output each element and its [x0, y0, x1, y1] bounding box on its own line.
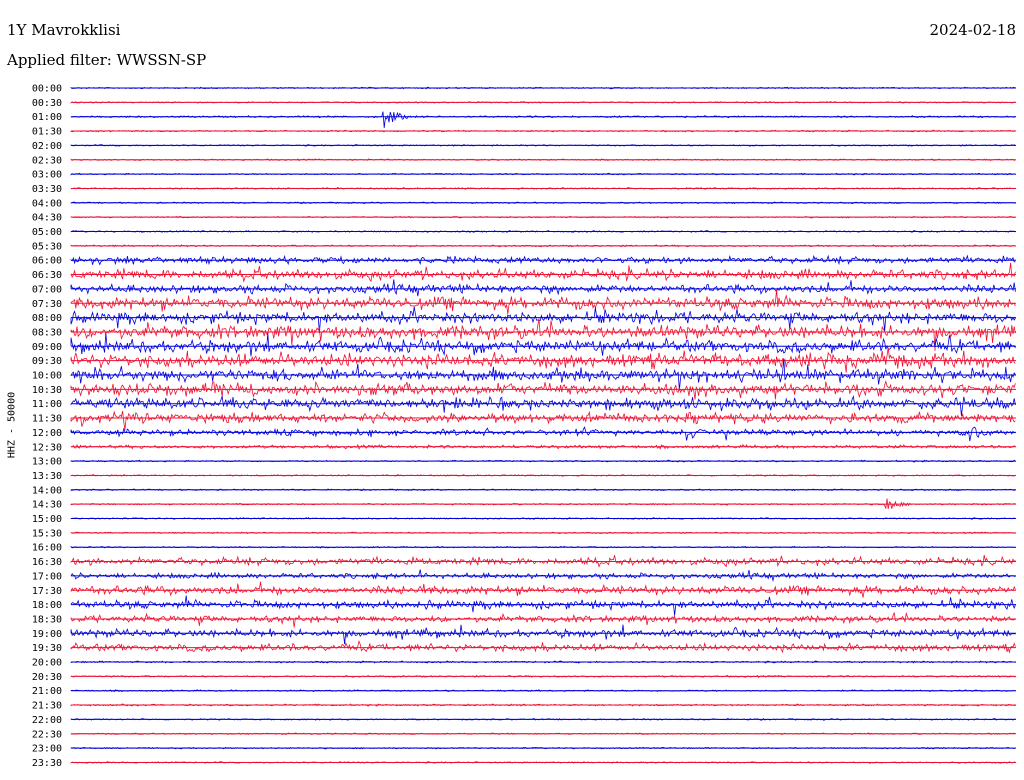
time-tick-label: 08:00 [32, 313, 62, 324]
time-tick-label: 13:00 [32, 457, 62, 468]
time-tick-label: 04:30 [32, 213, 62, 224]
time-tick-label: 09:00 [32, 342, 62, 353]
seismic-trace [70, 674, 1016, 678]
time-tick-label: 05:30 [32, 241, 62, 252]
time-tick-label: 03:30 [32, 184, 62, 195]
seismic-trace [70, 395, 1016, 416]
time-tick-label: 14:00 [32, 485, 62, 496]
time-tick-label: 06:30 [32, 270, 62, 281]
seismic-trace [70, 517, 1016, 520]
time-tick-label: 02:00 [32, 141, 62, 152]
time-tick-label: 12:00 [32, 428, 62, 439]
seismic-trace [70, 474, 1016, 477]
seismic-trace [70, 611, 1016, 628]
time-tick-label: 00:00 [32, 84, 62, 95]
helicorder-plot: 00:00 00:30 01:00 01:30 02:00 02:30 03:00 03:30… [32, 84, 1016, 769]
time-tick-label: 22:30 [32, 729, 62, 740]
time-tick-label: 19:30 [32, 643, 62, 654]
seismic-trace [70, 595, 1016, 616]
time-tick-label: 21:00 [32, 686, 62, 697]
time-tick-label: 18:30 [32, 614, 62, 625]
time-tick-label: 18:00 [32, 600, 62, 611]
seismic-trace [70, 379, 1016, 400]
seismic-trace [70, 288, 1016, 314]
time-tick-label: 13:30 [32, 471, 62, 482]
time-tick-label: 20:30 [32, 672, 62, 683]
seismic-trace [70, 554, 1016, 568]
time-tick-label: 11:00 [32, 399, 62, 410]
seismic-trace [70, 201, 1016, 205]
time-tick-label: 07:30 [32, 299, 62, 310]
time-tick-label: 08:30 [32, 327, 62, 338]
time-tick-label: 16:00 [32, 543, 62, 554]
time-tick-label: 23:30 [32, 758, 62, 769]
time-tick-label: 02:30 [32, 155, 62, 166]
seismic-trace [70, 761, 1016, 764]
time-tick-label: 15:30 [32, 528, 62, 539]
time-tick-label: 01:00 [32, 112, 62, 123]
time-tick-label: 06:00 [32, 256, 62, 267]
seismic-trace [70, 640, 1016, 654]
seismic-trace [70, 187, 1016, 190]
time-tick-label: 11:30 [32, 414, 62, 425]
seismic-trace [70, 569, 1016, 582]
time-tick-label: 23:00 [32, 744, 62, 755]
seismic-trace [70, 410, 1016, 430]
seismic-trace [70, 581, 1016, 598]
time-tick-label: 00:30 [32, 98, 62, 109]
time-tick-label: 10:00 [32, 371, 62, 382]
time-tick-label: 22:00 [32, 715, 62, 726]
time-tick-label: 20:00 [32, 658, 62, 669]
time-tick-label: 12:30 [32, 442, 62, 453]
time-tick-label: 19:00 [32, 629, 62, 640]
seismic-trace [70, 746, 1016, 750]
time-tick-label: 05:00 [32, 227, 62, 238]
seismic-trace [70, 689, 1016, 693]
time-tick-label: 07:00 [32, 284, 62, 295]
seismic-trace [70, 262, 1016, 283]
seismic-trace [70, 347, 1016, 373]
seismic-trace [70, 624, 1016, 645]
time-tick-label: 15:00 [32, 514, 62, 525]
time-tick-label: 17:00 [32, 571, 62, 582]
time-tick-label: 14:30 [32, 500, 62, 511]
seismic-trace [70, 129, 1016, 133]
seismic-trace [70, 426, 1016, 442]
time-tick-label: 17:30 [32, 586, 62, 597]
seismic-trace [70, 230, 1016, 233]
time-tick-label: 03:00 [32, 170, 62, 181]
time-tick-label: 09:30 [32, 356, 62, 367]
seismic-trace [70, 86, 1016, 90]
time-tick-label: 21:30 [32, 701, 62, 712]
seismic-trace [70, 279, 1016, 297]
time-tick-label: 10:30 [32, 385, 62, 396]
time-tick-label: 01:30 [32, 127, 62, 138]
seismic-trace [70, 358, 1016, 391]
seismic-trace [70, 111, 1016, 128]
helicorder-page: 1Y Mavrokklisi 2024-02-18 Applied filter… [0, 0, 1024, 780]
seismic-trace [70, 172, 1016, 176]
seismic-trace [70, 443, 1016, 450]
time-tick-label: 16:30 [32, 557, 62, 568]
time-tick-label: 04:00 [32, 198, 62, 209]
